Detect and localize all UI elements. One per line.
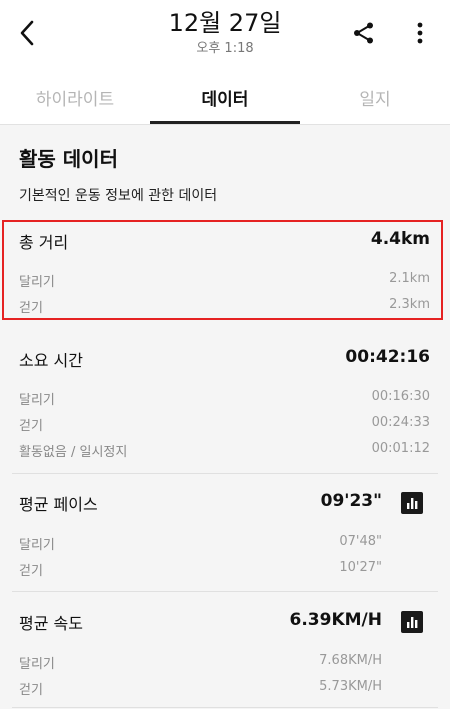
divider [12, 473, 438, 474]
tab-bar: 하이라이트 데이터 일지 [0, 70, 450, 125]
tab-journal[interactable]: 일지 [300, 70, 450, 124]
pace-walking-value: 10'27" [339, 560, 382, 575]
duration-walking-value: 00:24:33 [371, 415, 430, 430]
page-title: 12월 27일 [168, 9, 282, 37]
title-block: 12월 27일 오후 1:18 [100, 8, 350, 58]
speed-walking-label: 걷기 [19, 683, 43, 698]
tab-highlights[interactable]: 하이라이트 [0, 70, 150, 124]
bar-chart-icon [407, 617, 418, 628]
duration-label: 소요 시간 [19, 351, 83, 370]
duration-running-value: 00:16:30 [371, 389, 430, 404]
duration-value: 00:42:16 [345, 347, 430, 367]
speed-value: 6.39KM/H [289, 610, 382, 630]
pace-running-label: 달리기 [19, 538, 55, 553]
tab-data[interactable]: 데이터 [150, 70, 300, 124]
pace-value: 09'23" [320, 491, 382, 511]
speed-walking-value: 5.73KM/H [319, 679, 382, 694]
pace-label: 평균 페이스 [19, 495, 98, 514]
speed-label: 평균 속도 [19, 614, 83, 633]
duration-running-label: 달리기 [19, 393, 55, 408]
more-options-button[interactable] [408, 18, 432, 48]
speed-chart-button[interactable] [401, 611, 423, 633]
duration-idle-label: 활동없음 / 일시정지 [19, 445, 128, 460]
distance-value: 4.4km [370, 229, 430, 249]
distance-running-label: 달리기 [19, 275, 55, 290]
pace-chart-button[interactable] [401, 492, 423, 514]
app-header: 12월 27일 오후 1:18 [0, 0, 450, 70]
distance-running-value: 2.1km [389, 271, 430, 286]
share-icon [354, 22, 373, 44]
distance-walking-label: 걷기 [19, 301, 43, 316]
back-button[interactable] [12, 18, 42, 48]
speed-running-label: 달리기 [19, 657, 55, 672]
section-title: 활동 데이터 [19, 147, 118, 171]
section-subtitle: 기본적인 운동 정보에 관한 데이터 [19, 188, 218, 204]
data-content[interactable]: 활동 데이터 기본적인 운동 정보에 관한 데이터 총 거리 4.4km 달리기… [0, 125, 450, 709]
activity-time: 오후 1:18 [196, 41, 254, 56]
divider [12, 591, 438, 592]
duration-idle-value: 00:01:12 [371, 441, 430, 456]
distance-walking-value: 2.3km [389, 297, 430, 312]
distance-label: 총 거리 [19, 233, 69, 252]
bar-chart-icon [407, 498, 418, 509]
back-arrow-icon [20, 20, 34, 46]
more-vertical-icon [417, 22, 423, 44]
pace-running-value: 07'48" [339, 534, 382, 549]
active-tab-indicator [150, 121, 300, 124]
divider [12, 707, 438, 708]
duration-walking-label: 걷기 [19, 419, 43, 434]
pace-walking-label: 걷기 [19, 564, 43, 579]
share-button[interactable] [350, 18, 378, 48]
speed-running-value: 7.68KM/H [319, 653, 382, 668]
